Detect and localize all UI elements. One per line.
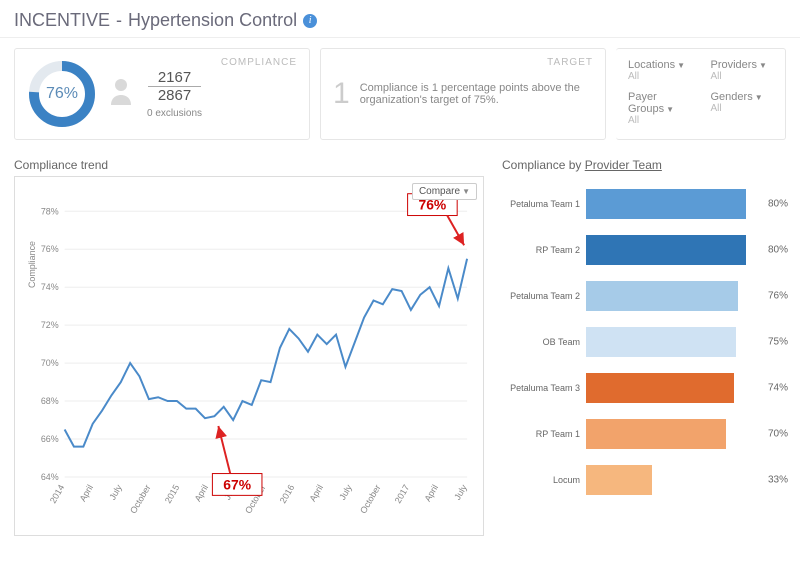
byteam-panel: Compliance by Provider Team Petaluma Tea… <box>502 150 786 536</box>
svg-text:April: April <box>422 483 440 503</box>
target-delta: 1 <box>333 77 350 111</box>
bar-row: Petaluma Team 3 74% <box>502 368 786 408</box>
svg-text:July: July <box>337 482 354 501</box>
byteam-bars: Petaluma Team 180%RP Team 280%Petaluma T… <box>502 176 786 534</box>
svg-text:2017: 2017 <box>393 483 412 505</box>
bar-label: Petaluma Team 3 <box>502 383 586 393</box>
svg-text:68%: 68% <box>41 396 59 406</box>
svg-text:70%: 70% <box>41 358 59 368</box>
svg-text:76%: 76% <box>41 244 59 254</box>
title-separator: - <box>116 10 122 31</box>
svg-text:64%: 64% <box>41 472 59 482</box>
bar-fill <box>586 189 746 219</box>
denominator: 2867 <box>148 87 201 104</box>
svg-text:66%: 66% <box>41 434 59 444</box>
provider-team-link[interactable]: Provider Team <box>585 158 662 172</box>
filter-payer-groups[interactable]: Payer Groups▼All <box>628 91 691 129</box>
compliance-card: COMPLIANCE 76% 2167 2867 0 exclusions <box>14 48 310 140</box>
bar-track: 33% <box>586 465 786 495</box>
svg-text:Compliance: Compliance <box>27 241 37 288</box>
trend-panel: Compliance trend Compare▼ 64% 66% 68% 70% 72… <box>14 150 484 536</box>
bar-fill <box>586 327 736 357</box>
trend-svg: 64% 66% 68% 70% 72% 74% 76% 78% Compliance 2014 Ap… <box>21 183 477 533</box>
bar-value: 70% <box>764 429 788 440</box>
svg-text:April: April <box>193 483 211 503</box>
chevron-down-icon: ▼ <box>759 61 767 70</box>
svg-text:67%: 67% <box>223 476 251 492</box>
chevron-down-icon: ▼ <box>462 187 470 196</box>
bar-track: 76% <box>586 281 786 311</box>
bar-fill <box>586 235 746 265</box>
bar-row: Petaluma Team 1 80% <box>502 184 786 224</box>
bar-value: 74% <box>764 383 788 394</box>
bar-row: Locum 33% <box>502 460 786 500</box>
filter-genders[interactable]: Genders▼All <box>711 91 774 129</box>
bar-value: 80% <box>764 245 788 256</box>
compare-label: Compare <box>419 186 460 197</box>
bar-value: 33% <box>764 475 788 486</box>
svg-text:2014: 2014 <box>48 483 67 505</box>
byteam-title: Compliance by Provider Team <box>502 150 786 176</box>
bar-label: RP Team 1 <box>502 429 586 439</box>
svg-text:74%: 74% <box>41 282 59 292</box>
svg-text:October: October <box>128 483 153 515</box>
trend-title: Compliance trend <box>14 150 484 176</box>
svg-text:2016: 2016 <box>278 483 297 505</box>
bar-track: 70% <box>586 419 786 449</box>
trend-chart: Compare▼ 64% 66% 68% 70% 72% 74% 76% 78% Complia… <box>14 176 484 536</box>
person-icon <box>109 77 133 112</box>
svg-text:2015: 2015 <box>163 483 182 505</box>
compliance-fraction: 2167 2867 <box>147 69 202 104</box>
bar-fill <box>586 465 652 495</box>
page-title: Hypertension Control <box>128 10 297 31</box>
svg-text:July: July <box>107 482 124 501</box>
bar-label: Locum <box>502 475 586 485</box>
filter-providers[interactable]: Providers▼All <box>711 59 774 85</box>
byteam-title-prefix: Compliance by <box>502 158 585 172</box>
bar-track: 75% <box>586 327 786 357</box>
svg-text:78%: 78% <box>41 206 59 216</box>
compliance-label: COMPLIANCE <box>221 57 297 68</box>
chevron-down-icon: ▼ <box>755 93 763 102</box>
title-prefix: INCENTIVE <box>14 10 110 31</box>
bar-row: OB Team 75% <box>502 322 786 362</box>
bar-row: RP Team 1 70% <box>502 414 786 454</box>
bar-label: Petaluma Team 1 <box>502 199 586 209</box>
bar-fill <box>586 419 726 449</box>
svg-text:April: April <box>308 483 326 503</box>
bar-value: 75% <box>764 337 788 348</box>
numerator: 2167 <box>148 69 201 87</box>
chevron-down-icon: ▼ <box>677 61 685 70</box>
bar-track: 80% <box>586 189 786 219</box>
bar-fill <box>586 281 738 311</box>
target-text: Compliance is 1 percentage points above … <box>360 82 593 106</box>
exclusions: 0 exclusions <box>147 108 202 119</box>
filter-locations[interactable]: Locations▼All <box>628 59 691 85</box>
chevron-down-icon: ▼ <box>666 105 674 114</box>
svg-text:October: October <box>358 483 383 515</box>
svg-text:July: July <box>452 482 469 501</box>
compliance-percent: 76% <box>27 59 97 129</box>
target-card: TARGET 1 Compliance is 1 percentage poin… <box>320 48 606 140</box>
bar-fill <box>586 373 734 403</box>
target-label: TARGET <box>547 57 593 68</box>
bar-label: RP Team 2 <box>502 245 586 255</box>
bar-value: 76% <box>764 291 788 302</box>
summary-cards: COMPLIANCE 76% 2167 2867 0 exclusions TA… <box>0 38 800 150</box>
bar-label: OB Team <box>502 337 586 347</box>
bar-value: 80% <box>764 199 788 210</box>
svg-text:April: April <box>78 483 96 503</box>
svg-text:72%: 72% <box>41 320 59 330</box>
bar-row: Petaluma Team 2 76% <box>502 276 786 316</box>
bar-label: Petaluma Team 2 <box>502 291 586 301</box>
info-icon[interactable]: i <box>303 14 317 28</box>
bar-track: 74% <box>586 373 786 403</box>
title-bar: INCENTIVE - Hypertension Control i <box>0 0 800 38</box>
bar-track: 80% <box>586 235 786 265</box>
compliance-donut: 76% <box>27 59 97 129</box>
compare-button[interactable]: Compare▼ <box>412 183 477 200</box>
filters-card: Locations▼All Providers▼All Payer Groups▼A… <box>616 48 786 140</box>
bar-row: RP Team 2 80% <box>502 230 786 270</box>
